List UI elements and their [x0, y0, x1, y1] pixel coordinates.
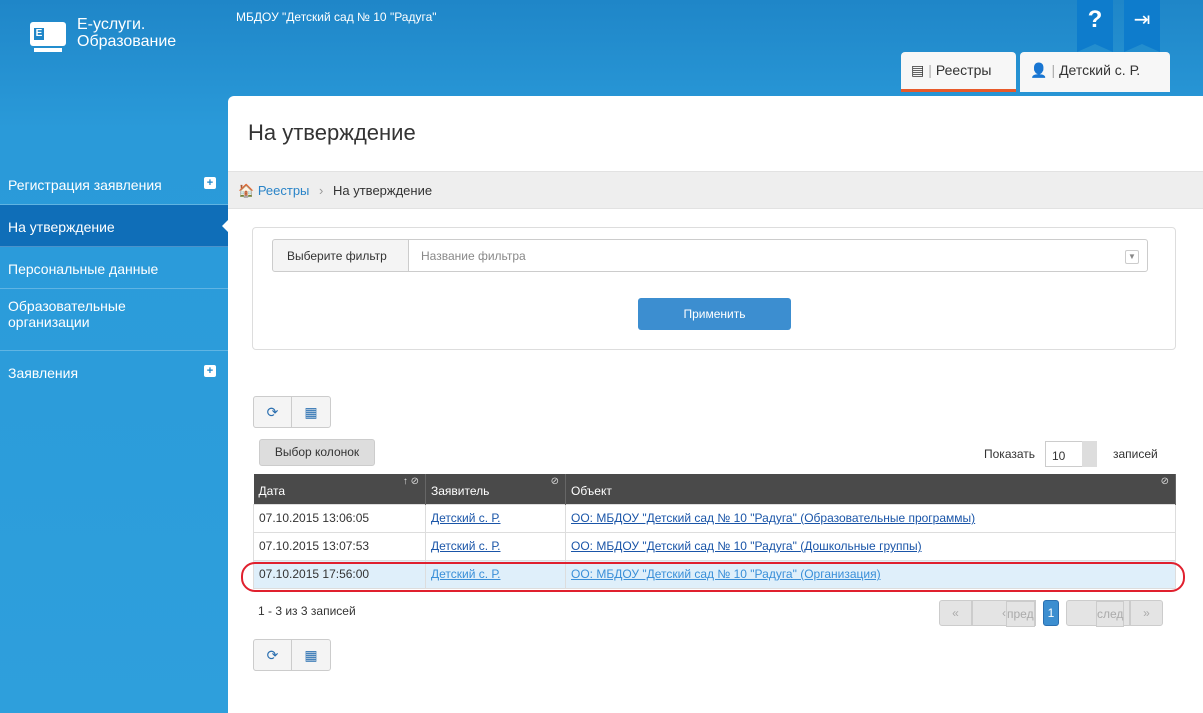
last-page-button[interactable]: »	[1130, 600, 1163, 626]
show-label: Показать	[984, 447, 1036, 461]
filter-select[interactable]: Название фильтра ▼	[408, 239, 1148, 272]
plus-icon[interactable]: +	[204, 177, 216, 189]
top-bar: E Е-услуги. Образование МБДОУ "Детский с…	[0, 0, 1203, 95]
prev-page-button[interactable]: ‹ пред	[972, 600, 1036, 627]
column-header-date[interactable]: Дата ↑ ⊘	[253, 474, 426, 504]
table-row[interactable]: 07.10.2015 13:07:53 Детский с. Р. ОО: МБ…	[253, 531, 1176, 561]
current-page[interactable]: 1	[1043, 600, 1059, 626]
refresh-icon[interactable]: ⟳	[254, 397, 292, 427]
row-highlight-outline	[241, 562, 1185, 592]
tab-user[interactable]: 👤 | Детский с. Р.	[1020, 52, 1170, 92]
logo-icon: E	[30, 18, 66, 52]
records-label: записей	[1113, 447, 1158, 461]
table-toolbar-bottom: ⟳ ▦	[253, 639, 331, 671]
help-button[interactable]: ?	[1077, 0, 1113, 52]
sidebar-item-label: Заявления	[8, 365, 79, 381]
sort-hide-icon[interactable]: ↑ ⊘	[403, 476, 419, 487]
chevron-down-icon: ▼	[1125, 250, 1139, 264]
prev-label: пред	[1006, 601, 1035, 627]
sidebar-item-registration[interactable]: Регистрация заявления +	[0, 163, 228, 205]
sidebar: Регистрация заявления + На утверждение П…	[0, 163, 230, 393]
table-toolbar-top: ⟳ ▦	[253, 396, 331, 428]
sidebar-item-label: Образовательные организации	[8, 298, 126, 330]
refresh-icon[interactable]: ⟳	[254, 640, 292, 670]
plus-icon[interactable]: +	[204, 365, 216, 377]
column-header-object[interactable]: Объект ⊘	[565, 474, 1176, 504]
filter-panel: Выберите фильтр Название фильтра ▼ Приме…	[252, 227, 1176, 350]
registry-icon: ▤	[911, 62, 925, 78]
breadcrumb-registries[interactable]: Реестры	[258, 183, 310, 198]
column-header-applicant[interactable]: Заявитель ⊘	[425, 474, 566, 504]
filter-placeholder: Название фильтра	[421, 249, 526, 263]
sidebar-item-label: Персональные данные	[8, 261, 159, 277]
next-page-button[interactable]: след ›	[1066, 600, 1130, 627]
grid-icon[interactable]: ▦	[292, 397, 330, 427]
column-header-label: Объект	[571, 484, 612, 498]
sidebar-item-label: На утверждение	[8, 219, 115, 235]
page-title: На утверждение	[248, 120, 416, 145]
help-icon: ?	[1087, 6, 1103, 33]
chevron-right-icon: ›	[319, 183, 324, 198]
organization-name: МБДОУ "Детский сад № 10 "Радуга"	[236, 10, 437, 24]
user-icon: 👤	[1030, 62, 1048, 78]
filter-label: Выберите фильтр	[272, 239, 409, 272]
tab-registries-label: Реестры	[935, 62, 992, 78]
home-icon[interactable]: 🏠	[238, 183, 254, 198]
sidebar-item-approval[interactable]: На утверждение	[0, 205, 230, 247]
exit-icon: ⇥	[1133, 9, 1151, 31]
page-size-value: 10	[1052, 449, 1066, 463]
chevron-down-icon	[1082, 441, 1097, 467]
applicant-link[interactable]: Детский с. Р.	[431, 511, 501, 525]
logout-button[interactable]: ⇥	[1124, 0, 1160, 52]
tab-user-label: Детский с. Р.	[1059, 62, 1141, 78]
apply-button[interactable]: Применить	[638, 298, 791, 330]
brand-line2: Образование	[77, 33, 177, 50]
date-cell: 07.10.2015 13:06:05	[253, 503, 426, 533]
breadcrumb-current: На утверждение	[333, 183, 433, 198]
main-panel: На утверждение 🏠 Реестры › На утверждени…	[228, 96, 1203, 713]
sidebar-item-personal-data[interactable]: Персональные данные	[0, 247, 228, 289]
applicant-link[interactable]: Детский с. Р.	[431, 539, 501, 553]
column-header-label: Дата	[258, 484, 286, 498]
next-label: след	[1096, 601, 1125, 627]
table-row[interactable]: 07.10.2015 13:06:05 Детский с. Р. ОО: МБ…	[253, 503, 1176, 533]
column-header-label: Заявитель	[431, 484, 490, 498]
first-page-button[interactable]: «	[939, 600, 972, 626]
column-select-button[interactable]: Выбор колонок	[259, 439, 375, 466]
sidebar-item-label: Регистрация заявления	[8, 177, 162, 193]
object-link[interactable]: ОО: МБДОУ "Детский сад № 10 "Радуга" (До…	[571, 539, 922, 553]
object-link[interactable]: ОО: МБДОУ "Детский сад № 10 "Радуга" (Об…	[571, 511, 975, 525]
hide-column-icon[interactable]: ⊘	[551, 476, 559, 487]
brand-line1: Е-услуги.	[77, 16, 146, 33]
date-cell: 07.10.2015 13:07:53	[253, 531, 426, 561]
brand-name[interactable]: Е-услуги. Образование	[77, 16, 176, 50]
tab-registries[interactable]: ▤ | Реестры	[901, 52, 1016, 92]
hide-column-icon[interactable]: ⊘	[1161, 476, 1169, 487]
page-size-select[interactable]: 10	[1045, 441, 1097, 467]
breadcrumb: 🏠 Реестры › На утверждение	[228, 171, 1203, 209]
records-summary: 1 - 3 из 3 записей	[258, 604, 356, 618]
sidebar-item-organizations[interactable]: Образовательные организации	[0, 289, 228, 351]
sidebar-item-applications[interactable]: Заявления +	[0, 351, 228, 393]
grid-icon[interactable]: ▦	[292, 640, 330, 670]
